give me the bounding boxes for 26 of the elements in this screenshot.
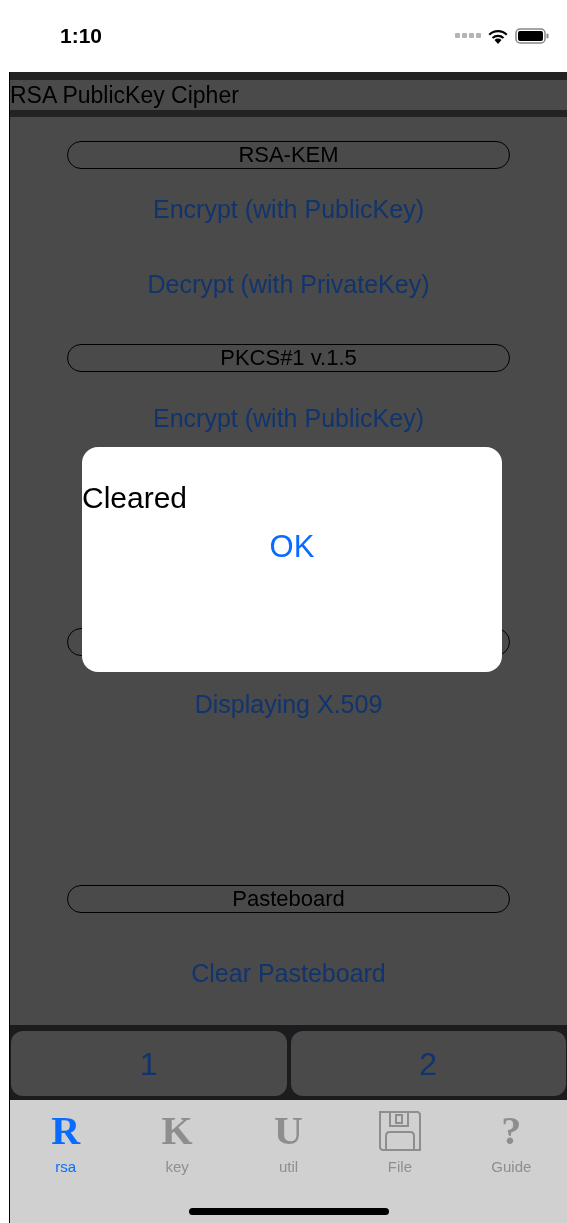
action-link[interactable]: Encrypt (with PublicKey) <box>153 184 424 234</box>
tab-item[interactable]: U util <box>232 1110 345 1179</box>
letter-icon: K <box>161 1111 193 1151</box>
action-link[interactable]: Decrypt (with PrivateKey) <box>147 259 430 309</box>
tab-item[interactable]: File <box>344 1110 456 1179</box>
section-title: RSA-KEM <box>238 144 339 166</box>
tab-item[interactable]: ? Guide <box>455 1110 567 1179</box>
ok-button[interactable]: OK <box>261 527 323 566</box>
wifi-icon <box>487 28 509 44</box>
letter-icon: R <box>51 1111 81 1151</box>
alert-message: Cleared <box>82 483 188 513</box>
section-title: Pasteboard <box>232 888 345 910</box>
battery-icon <box>515 28 549 44</box>
page-button[interactable]: 2 <box>290 1031 566 1096</box>
tab-item[interactable]: R rsa <box>10 1110 122 1179</box>
action-link[interactable]: Clear Pasteboard <box>191 948 386 998</box>
page-button[interactable]: 1 <box>11 1031 287 1096</box>
letter-icon: ? <box>501 1111 522 1151</box>
tab-item[interactable]: K key <box>121 1110 233 1179</box>
letter-icon: U <box>274 1111 303 1151</box>
action-link[interactable]: Encrypt (with PublicKey) <box>153 393 424 443</box>
signal-icon <box>455 33 481 39</box>
section-title: PKCS#1 v.1.5 <box>220 347 357 369</box>
status-time: 1:10 <box>60 23 103 50</box>
action-link[interactable]: Displaying X.509 <box>194 679 383 729</box>
app-title: RSA PublicKey Cipher <box>10 83 239 107</box>
